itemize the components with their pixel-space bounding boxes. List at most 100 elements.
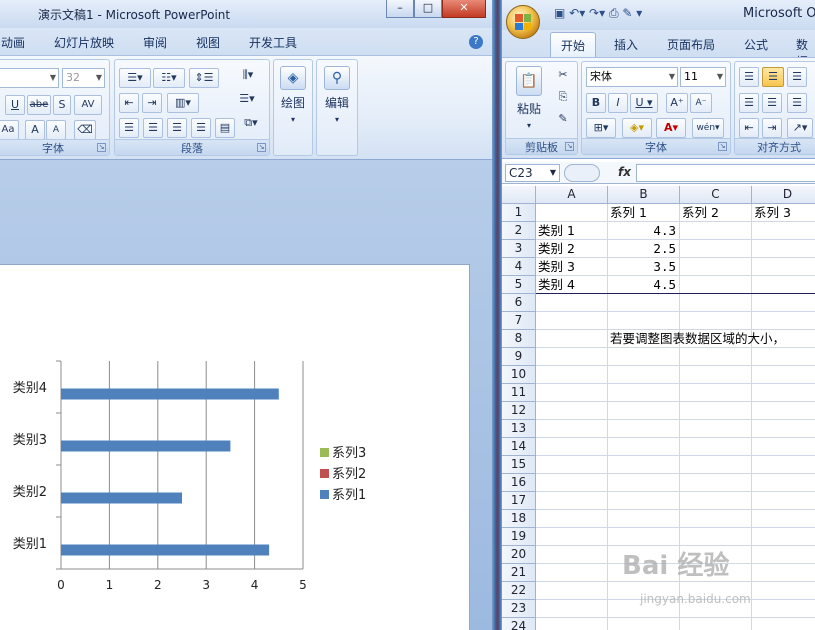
xl-grow-font-button[interactable]: A⁺: [666, 93, 688, 113]
cell-A4[interactable]: 类别 3: [538, 258, 575, 276]
xl-font-size-combo[interactable]: 11 ▼: [680, 67, 726, 87]
row-header-8[interactable]: 8: [502, 330, 536, 348]
tab-animation[interactable]: 动画: [1, 34, 25, 51]
paragraph-dialog-launcher-icon[interactable]: ↘: [257, 143, 266, 152]
phonetic-icon[interactable]: wén▾: [692, 118, 724, 138]
cell-B2[interactable]: 4.3: [608, 222, 676, 240]
row-header-4[interactable]: 4: [502, 258, 536, 276]
italic-button[interactable]: I: [608, 93, 628, 113]
row-header-13[interactable]: 13: [502, 420, 536, 438]
row-header-22[interactable]: 22: [502, 582, 536, 600]
name-box[interactable]: C23 ▼: [505, 164, 560, 182]
shadow-button[interactable]: S: [53, 95, 71, 115]
row-header-11[interactable]: 11: [502, 384, 536, 402]
paste-button[interactable]: 📋 粘贴 ▾: [512, 66, 546, 131]
row-header-10[interactable]: 10: [502, 366, 536, 384]
font-color-icon[interactable]: A▾: [656, 118, 686, 138]
tab-formulas[interactable]: 公式: [744, 36, 768, 53]
grow-font-button[interactable]: A: [25, 120, 45, 140]
tab-page-layout[interactable]: 页面布局: [667, 36, 715, 53]
help-icon[interactable]: ?: [469, 35, 483, 49]
cell-B3[interactable]: 2.5: [608, 240, 676, 258]
distributed-icon[interactable]: ▤: [215, 118, 235, 138]
text-direction-icon[interactable]: ⫼▾: [235, 66, 261, 86]
cell-D1[interactable]: 系列 3: [754, 204, 791, 222]
slide-canvas[interactable]: 0 1 2 3 4 5 类别1 类别2 类别3 类别4 系列3 系列2 系列1: [0, 264, 470, 630]
cell-A3[interactable]: 类别 2: [538, 240, 575, 258]
align-right-icon[interactable]: ☰: [167, 118, 187, 138]
row-header-21[interactable]: 21: [502, 564, 536, 582]
font-dialog-launcher-icon[interactable]: ↘: [97, 143, 106, 152]
row-header-2[interactable]: 2: [502, 222, 536, 240]
office-button-icon[interactable]: [506, 5, 540, 39]
align-center-icon[interactable]: ☰: [143, 118, 163, 138]
cell-B4[interactable]: 3.5: [608, 258, 676, 276]
row-header-6[interactable]: 6: [502, 294, 536, 312]
formula-bar-resize-handle[interactable]: [564, 164, 600, 182]
xl-align-left-icon[interactable]: ☰: [739, 93, 759, 113]
align-text-icon[interactable]: ☰▾: [235, 90, 259, 110]
editing-button[interactable]: ⚲ 编辑 ▾: [321, 66, 353, 125]
shrink-font-button[interactable]: A: [46, 120, 66, 140]
orientation-icon[interactable]: ↗▾: [787, 118, 813, 138]
xl-font-name-combo[interactable]: 宋体 ▼: [586, 67, 678, 87]
xl-increase-indent-icon[interactable]: ⇥: [762, 118, 782, 138]
row-header-1[interactable]: 1: [502, 204, 536, 222]
row-header-7[interactable]: 7: [502, 312, 536, 330]
row-header-12[interactable]: 12: [502, 402, 536, 420]
cell-A5[interactable]: 类别 4: [538, 276, 575, 294]
tab-review[interactable]: 审阅: [143, 34, 167, 51]
close-button[interactable]: ✕: [442, 0, 486, 18]
xl-align-right-icon[interactable]: ☰: [787, 93, 807, 113]
fill-color-icon[interactable]: ◈▾: [622, 118, 652, 138]
xl-decrease-indent-icon[interactable]: ⇤: [739, 118, 759, 138]
row-header-5[interactable]: 5: [502, 276, 536, 294]
row-header-15[interactable]: 15: [502, 456, 536, 474]
font-name-combo[interactable]: ▼: [0, 68, 59, 88]
cell-B8[interactable]: 若要调整图表数据区域的大小，: [610, 330, 785, 348]
row-header-18[interactable]: 18: [502, 510, 536, 528]
smartart-icon[interactable]: ⧉▾: [239, 114, 263, 134]
column-header-D[interactable]: D: [752, 186, 815, 204]
xl-underline-button[interactable]: U ▾: [630, 93, 658, 113]
justify-icon[interactable]: ☰: [191, 118, 211, 138]
row-header-23[interactable]: 23: [502, 600, 536, 618]
tab-home[interactable]: 开始: [550, 32, 597, 57]
bold-button[interactable]: B: [586, 93, 606, 113]
row-header-24[interactable]: 24: [502, 618, 536, 630]
row-header-14[interactable]: 14: [502, 438, 536, 456]
drawing-button[interactable]: ◈ 绘图 ▾: [277, 66, 309, 125]
tab-slideshow[interactable]: 幻灯片放映: [54, 34, 114, 51]
xl-font-launcher-icon[interactable]: ↘: [718, 142, 727, 151]
change-case-button[interactable]: Aa: [0, 120, 19, 140]
xl-align-center-icon[interactable]: ☰: [762, 93, 782, 113]
cell-C1[interactable]: 系列 2: [682, 204, 719, 222]
decrease-indent-icon[interactable]: ⇤: [119, 93, 139, 113]
column-header-A[interactable]: A: [536, 186, 608, 204]
row-header-19[interactable]: 19: [502, 528, 536, 546]
spreadsheet-grid[interactable]: A B C D 1 2 3 4 5 6 7 8 9 10 11 12 13 14 15 16 17 18 19 20 21 22 2…: [502, 186, 815, 630]
align-left-icon[interactable]: ☰: [119, 118, 139, 138]
minimize-button[interactable]: –: [386, 0, 414, 18]
quick-access-toolbar[interactable]: ▣ ↶▾ ↷▾ ⎙ ✎ ▾: [554, 6, 642, 21]
bullets-icon[interactable]: ☰▾: [119, 68, 151, 88]
tab-view[interactable]: 视图: [196, 34, 220, 51]
cut-icon[interactable]: ✂: [554, 66, 572, 86]
copy-icon[interactable]: ⎘: [554, 88, 572, 108]
increase-indent-icon[interactable]: ⇥: [142, 93, 162, 113]
formula-input[interactable]: [636, 164, 815, 182]
clear-format-icon[interactable]: ⌫: [74, 120, 96, 140]
tab-insert[interactable]: 插入: [614, 36, 638, 53]
top-align-icon[interactable]: ☰: [739, 67, 759, 87]
cell-A2[interactable]: 类别 1: [538, 222, 575, 240]
bottom-align-icon[interactable]: ☰: [787, 67, 807, 87]
row-header-3[interactable]: 3: [502, 240, 536, 258]
line-spacing-icon[interactable]: ⇕☰: [189, 68, 219, 88]
maximize-button[interactable]: □: [414, 0, 442, 18]
numbering-icon[interactable]: ☷▾: [153, 68, 185, 88]
strikethrough-button[interactable]: abe: [27, 95, 51, 115]
format-painter-icon[interactable]: ✎: [554, 110, 572, 130]
columns-icon[interactable]: ▥▾: [167, 93, 199, 113]
middle-align-icon[interactable]: ☰: [762, 67, 784, 87]
column-header-C[interactable]: C: [680, 186, 752, 204]
